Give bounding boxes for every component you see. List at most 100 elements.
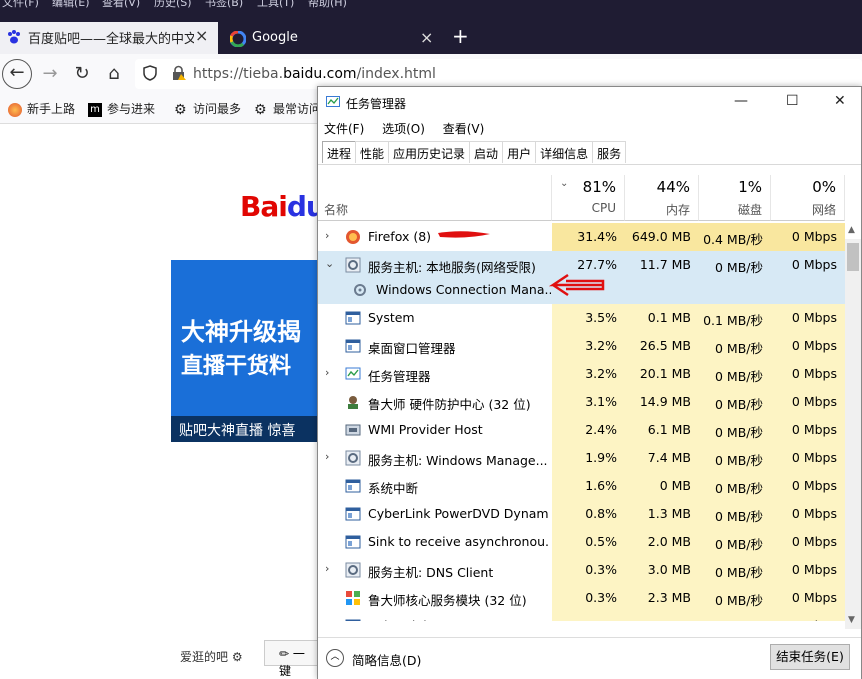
fewer-details-link[interactable]: 简略信息(D) [352,650,421,669]
disk-value: 0 MB/秒 [699,528,771,556]
annotation-arrows [438,231,605,297]
bookmark-frequently-visited[interactable]: ⚙ 最常访问 [254,100,321,117]
baidu-paw-icon [8,30,20,44]
disk-value: 0 MB/秒 [699,556,771,584]
tab-google[interactable]: Google × [220,24,442,54]
menu-bookmarks[interactable]: 书签(B) [205,0,243,10]
cpu-value: 2.4% [552,416,625,444]
shield-icon[interactable] [143,65,157,81]
window-icon [345,618,361,621]
cpu-value: 0.8% [552,500,625,528]
process-row[interactable]: WMI Provider Host 2.4% 6.1 MB 0 MB/秒 0 Mbps [318,416,845,444]
memory-value: 2.0 MB [625,528,699,556]
process-name: 服务主机: Windows Manage... [368,453,548,468]
process-row[interactable]: 鲁大师核心服务模块 (32 位) 0.3% 2.3 MB 0 MB/秒 0 Mbps [318,584,845,612]
memory-value: 0 MB [625,472,699,500]
memory-value: 3.0 MB [625,556,699,584]
menu-file[interactable]: 文件(F) [2,0,39,10]
bookmark-most-visited[interactable]: ⚙ 访问最多 [174,100,241,117]
mozilla-icon: m [88,102,102,117]
url-bar[interactable]: https://tieba.baidu.com/index.html [135,59,862,89]
close-tab-icon[interactable]: × [195,26,208,45]
banner-subheadline: 直播干货料 [181,354,292,379]
red-arrow [548,273,605,297]
banner-caption: 贴吧大神直播 惊喜 [171,416,321,442]
disk-value: 0 MB/秒 [699,584,771,612]
tm-footer: ︿ 简略信息(D) 结束任务(E) [318,637,861,679]
promo-banner[interactable]: 大神升级揭 直播干货料 贴吧大神直播 惊喜 [171,260,321,442]
disk-value: 0 MB/秒 [699,444,771,472]
menu-edit[interactable]: 编辑(E) [52,0,90,10]
disk-value: 0 MB/秒 [699,612,771,621]
memory-value: 6.1 MB [625,416,699,444]
network-value: 0 Mbps [771,388,845,416]
new-tab-button[interactable]: + [452,24,469,48]
menu-tools[interactable]: 工具(T) [257,0,294,10]
process-row[interactable]: CyberLink PowerDVD Dynam... 0.8% 1.3 MB 0 M… [318,500,845,528]
cpu-value: 3.1% [552,388,625,416]
cpu-value: 0.3% [552,584,625,612]
menu-history[interactable]: 历史(S) [154,0,192,10]
scroll-down-icon[interactable]: ▼ [848,615,855,625]
chevron-up-icon[interactable]: ︿ [326,649,344,667]
ludashi-icon [345,394,361,410]
bookmark-getting-started[interactable]: 新手上路 [8,100,75,117]
network-value: 0 Mbps [771,472,845,500]
menu-view[interactable]: 查看(V) [102,0,140,10]
cpu-value: 0.3% [552,612,625,621]
network-value: 0 Mbps [771,416,845,444]
network-value: 0 Mbps [771,584,845,612]
tab-strip: 百度贴吧——全球最大的中文社区 × Google × + [0,10,862,54]
one-click-button[interactable]: ✏ 一键 [264,640,324,678]
forward-button[interactable]: → [36,60,64,88]
process-name: CyberLink PowerDVD Dynam... [368,506,548,521]
gear-icon [345,562,361,578]
process-row[interactable]: › 服务主机: Windows Manage... 1.9% 7.4 MB 0 MB/秒… [318,444,845,472]
lock-warning-icon[interactable] [171,65,187,81]
tab-label: Google [252,30,298,45]
process-name: WMI Provider Host [368,422,483,437]
process-row[interactable]: › 服务主机: DNS Client 0.3% 3.0 MB 0 MB/秒 0 Mbps [318,556,845,584]
gear-icon: ⚙ [174,101,187,118]
end-task-button[interactable]: 结束任务(E) [770,644,850,670]
back-button[interactable]: ← [2,59,32,89]
gear-icon: ⚙ [231,650,243,664]
window-icon [345,534,361,550]
red-mark [438,231,490,238]
gear-icon [345,450,361,466]
banner-headline: 大神升级揭 [181,318,301,346]
expand-chevron-icon[interactable]: › [325,562,329,575]
process-name: Sink to receive asynchronou... [368,534,548,549]
process-name: 服务主机: DNS Client [368,565,494,580]
memory-value: 1.3 MB [625,500,699,528]
window-icon [345,478,361,494]
process-row[interactable]: 鲁大师 硬件防护中心 (32 位) 3.1% 14.9 MB 0 MB/秒 0 Mbps [318,388,845,416]
window-icon [345,506,361,522]
process-row[interactable]: Sink to receive asynchronou... 0.5% 2.0 MB… [318,528,845,556]
task-manager-window: 任务管理器 — ☐ ✕ 文件(F) 选项(O) 查看(V) 进程 性能 应用历史记录… [317,86,862,679]
baidu-logo[interactable]: Baidu [240,190,326,223]
disk-value: 0 MB/秒 [699,416,771,444]
cpu-value: 1.6% [552,472,625,500]
disk-value: 0 MB/秒 [699,500,771,528]
process-row[interactable]: 系统中断 1.6% 0 MB 0 MB/秒 0 Mbps [318,472,845,500]
home-button[interactable]: ⌂ [100,60,128,88]
close-tab-icon[interactable]: × [420,28,433,47]
network-value: 0 Mbps [771,528,845,556]
favorite-bars-label: 爱逛的吧 ⚙ [180,650,243,664]
memory-value: 7.4 MB [625,444,699,472]
wmi-icon [345,422,361,438]
tab-tieba[interactable]: 百度贴吧——全球最大的中文社区 × [0,22,218,54]
memory-value: 14.9 MB [625,388,699,416]
process-row[interactable]: CyberLink PowerDVD Dynam...0.3%1.3 MB0 M… [318,612,845,621]
menu-help[interactable]: 帮助(H) [308,0,347,10]
process-name: CyberLink PowerDVD Dynam... [368,618,548,621]
firefox-icon [8,102,22,117]
process-name: 鲁大师核心服务模块 (32 位) [368,593,527,608]
network-value: 0 Mbps [771,612,845,621]
reload-button[interactable]: ↻ [68,60,96,88]
bookmark-get-involved[interactable]: m 参与进来 [88,100,155,117]
expand-chevron-icon[interactable]: › [325,450,329,463]
disk-value: 0 MB/秒 [699,472,771,500]
memory-value: 1.3 MB [625,612,699,621]
